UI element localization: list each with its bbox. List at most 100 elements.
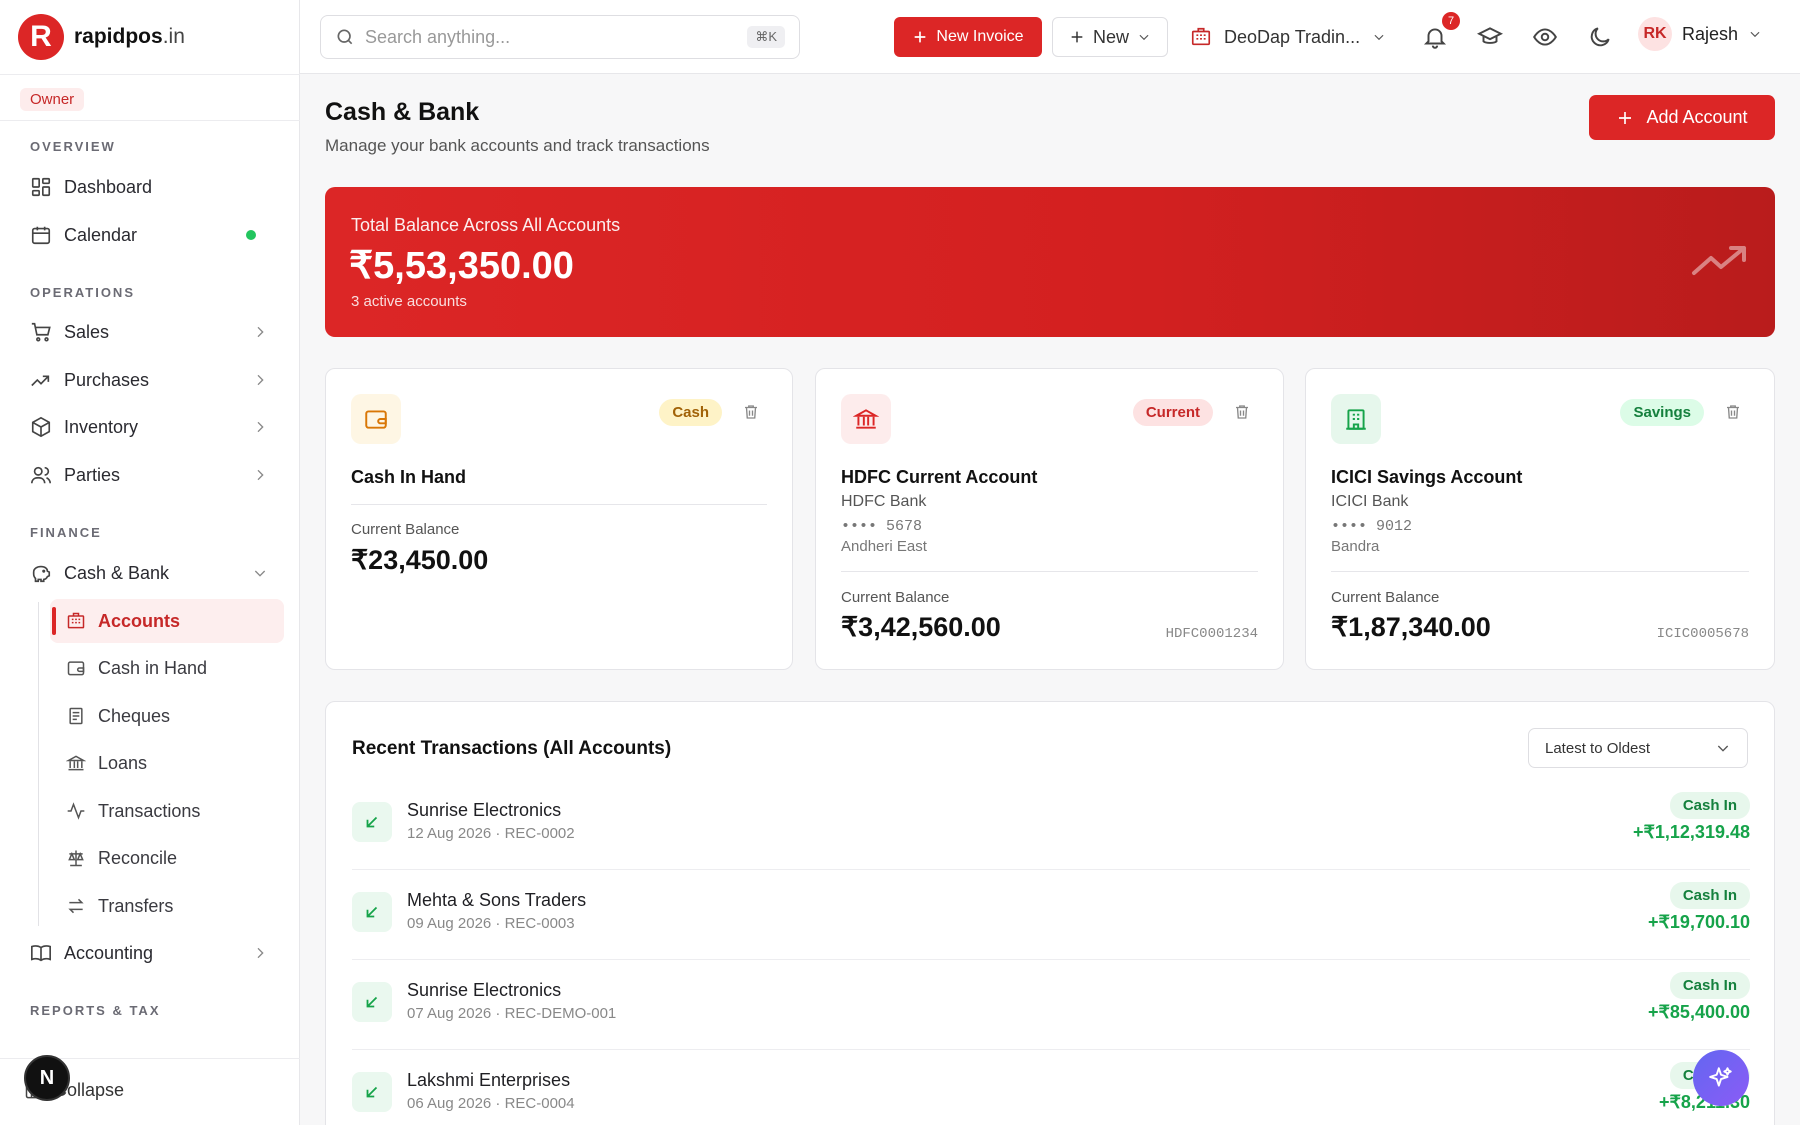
divider: [0, 74, 300, 75]
new-invoice-label: New Invoice: [936, 28, 1024, 45]
current-balance-value: ₹3,42,560.00: [841, 612, 1001, 642]
sidebar-item-cash-bank[interactable]: Cash & Bank: [22, 552, 284, 594]
transaction-amount: +₹85,400.00: [1647, 1002, 1750, 1022]
branch-name: Bandra: [1331, 538, 1380, 555]
transaction-row[interactable]: Sunrise Electronics 07 Aug 2026 · REC-DE…: [352, 960, 1750, 1050]
new-menu-button[interactable]: New: [1052, 17, 1168, 57]
user-menu[interactable]: RK Rajesh: [1638, 17, 1762, 51]
cart-icon: [31, 322, 51, 342]
avatar: RK: [1638, 17, 1672, 51]
transaction-row[interactable]: Lakshmi Enterprises 06 Aug 2026 · REC-00…: [352, 1050, 1750, 1125]
eye-icon[interactable]: [1532, 24, 1558, 50]
plus-icon: [915, 31, 926, 43]
ifsc-code: ICIC0005678: [1656, 626, 1749, 642]
trash-icon[interactable]: [1724, 403, 1742, 421]
sidebar-subitem-cheques[interactable]: Cheques: [50, 694, 284, 738]
account-type-badge: Cash: [659, 399, 722, 426]
masked-account-number: •••• 9012: [1331, 518, 1413, 535]
masked-account-number: •••• 5678: [841, 518, 923, 535]
arrow-down-left-icon: [352, 982, 392, 1022]
divider: [351, 504, 767, 505]
account-card-hdfc[interactable]: Current HDFC Current Account HDFC Bank •…: [815, 368, 1284, 670]
sort-order-value: Latest to Oldest: [1545, 739, 1651, 757]
divider: [841, 571, 1258, 572]
account-icon-box: [841, 394, 891, 444]
section-label-reports: REPORTS & TAX: [30, 1003, 161, 1018]
current-balance-label: Current Balance: [841, 589, 950, 606]
search-input[interactable]: [365, 26, 738, 48]
topbar: ⌘K New Invoice New DeoDap Tradin... 7 RK…: [300, 0, 1800, 74]
transaction-amount: +₹19,700.10: [1647, 912, 1750, 932]
sidebar-item-label: Purchases: [64, 369, 150, 390]
graduation-cap-icon[interactable]: [1477, 24, 1503, 50]
app-logo[interactable]: R rapidpos.in: [18, 14, 185, 60]
sidebar-subitem-label: Accounts: [98, 610, 181, 631]
page-subtitle: Manage your bank accounts and track tran…: [325, 136, 710, 155]
current-balance-label: Current Balance: [351, 521, 460, 538]
dev-tools-avatar[interactable]: N: [24, 1055, 70, 1101]
sort-order-select[interactable]: Latest to Oldest: [1528, 728, 1748, 768]
sidebar-item-purchases[interactable]: Purchases: [22, 359, 284, 401]
sidebar-item-parties[interactable]: Parties: [22, 454, 284, 496]
transaction-meta: 09 Aug 2026 · REC-0003: [407, 915, 575, 932]
transaction-meta: 06 Aug 2026 · REC-0004: [407, 1095, 575, 1112]
sidebar-subitem-label: Cash in Hand: [98, 657, 208, 678]
chevron-right-icon: [257, 326, 264, 338]
piggy-bank-icon: [32, 565, 51, 583]
transaction-row[interactable]: Mehta & Sons Traders 09 Aug 2026 · REC-0…: [352, 870, 1750, 960]
section-label-overview: OVERVIEW: [30, 139, 116, 154]
sidebar-subitem-cash-in-hand[interactable]: Cash in Hand: [50, 646, 284, 690]
trend-icon: [31, 375, 50, 387]
chevron-down-icon: [1139, 34, 1149, 41]
transaction-type-badge: Cash In: [1669, 882, 1750, 909]
sidebar-item-calendar[interactable]: Calendar: [22, 214, 284, 256]
trending-up-icon: [1692, 246, 1746, 275]
add-account-button[interactable]: Add Account: [1589, 95, 1775, 140]
party-name: Sunrise Electronics: [407, 980, 562, 1000]
bank-name: ICICI Bank: [1331, 493, 1409, 510]
total-balance-label: Total Balance Across All Accounts: [351, 215, 621, 235]
sidebar-item-dashboard[interactable]: Dashboard: [22, 166, 284, 208]
account-type-badge: Current: [1132, 399, 1213, 426]
sidebar-subitem-accounts[interactable]: Accounts: [50, 599, 284, 643]
building-icon: [67, 612, 85, 629]
scale-icon: [68, 850, 84, 867]
account-card-cash[interactable]: Cash Cash In Hand Current Balance ₹23,45…: [325, 368, 793, 670]
sidebar-subitem-label: Cheques: [98, 705, 171, 726]
chevron-down-icon: [254, 570, 266, 577]
sidebar-subitem-transactions[interactable]: Transactions: [50, 789, 284, 833]
logo-mark: R: [18, 14, 64, 60]
chevron-right-icon: [257, 421, 264, 433]
transaction-type-badge: Cash In: [1669, 792, 1750, 819]
sidebar-item-inventory[interactable]: Inventory: [22, 406, 284, 448]
transfer-icon: [68, 898, 84, 914]
sidebar-subitem-loans[interactable]: Loans: [50, 741, 284, 785]
sidebar-item-accounting[interactable]: Accounting: [22, 932, 284, 974]
search-box[interactable]: ⌘K: [320, 15, 800, 59]
plus-icon: [1619, 111, 1632, 124]
moon-icon[interactable]: [1587, 24, 1613, 50]
sidebar-item-label: Accounting: [64, 942, 154, 963]
search-shortcut: ⌘K: [747, 26, 785, 48]
sidebar-subitem-transfers[interactable]: Transfers: [50, 884, 284, 928]
account-card-icici[interactable]: Savings ICICI Savings Account ICICI Bank…: [1305, 368, 1775, 670]
bank-name: HDFC Bank: [841, 493, 927, 510]
ai-assistant-button[interactable]: [1693, 1050, 1749, 1106]
transaction-row[interactable]: Sunrise Electronics 12 Aug 2026 · REC-00…: [352, 780, 1750, 870]
trash-icon[interactable]: [742, 403, 760, 421]
arrow-down-left-icon: [352, 892, 392, 932]
trash-icon[interactable]: [1233, 403, 1251, 421]
sparkles-icon: [1709, 1067, 1732, 1087]
chevron-right-icon: [257, 469, 264, 481]
page-title: Cash & Bank: [325, 98, 480, 126]
sidebar-item-sales[interactable]: Sales: [22, 311, 284, 353]
sidebar-subitem-reconcile[interactable]: Reconcile: [50, 836, 284, 880]
logo-text: rapidpos.in: [74, 25, 185, 48]
bell-icon[interactable]: [1422, 24, 1448, 50]
sidebar-subitem-label: Transactions: [98, 800, 201, 821]
divider: [0, 120, 300, 121]
account-name: HDFC Current Account: [841, 467, 1038, 487]
new-invoice-button[interactable]: New Invoice: [894, 17, 1042, 57]
building-icon: [1191, 27, 1211, 46]
company-switcher[interactable]: DeoDap Tradin...: [1190, 17, 1386, 57]
